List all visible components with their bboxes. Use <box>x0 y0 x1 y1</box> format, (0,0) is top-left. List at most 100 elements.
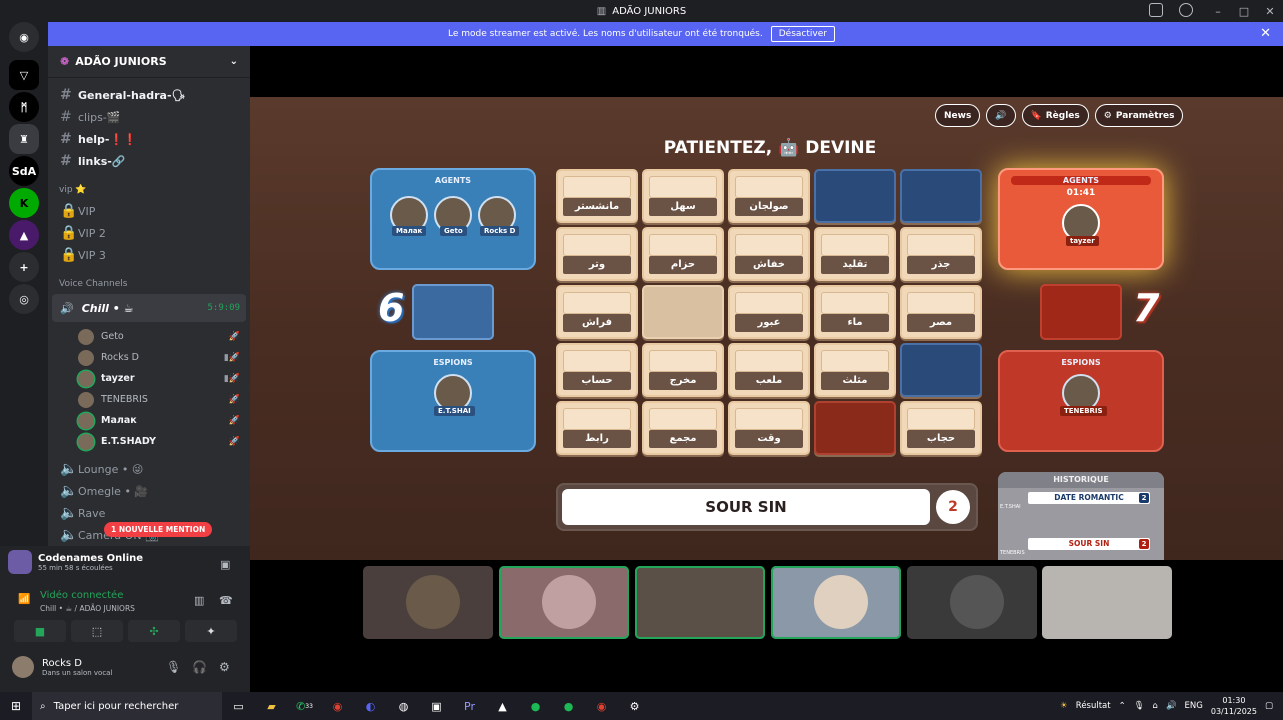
word-card[interactable]: حساب <box>556 343 638 397</box>
minimize-button[interactable]: – <box>1205 5 1231 18</box>
spotify-icon[interactable]: ● <box>519 692 552 720</box>
word-card[interactable]: مانشستر <box>556 169 638 223</box>
word-card[interactable]: سهل <box>642 169 724 223</box>
participant-video[interactable] <box>1042 566 1172 639</box>
premiere-icon[interactable]: Pr <box>453 692 486 720</box>
obs-icon[interactable]: ◍ <box>387 692 420 720</box>
windows-start-icon[interactable]: ⊞ <box>0 699 32 713</box>
channel-vip-2[interactable]: 🔒 VIP 2 <box>48 222 250 244</box>
word-card[interactable]: مثلث <box>814 343 896 397</box>
activity-button[interactable]: ✣ <box>128 620 180 642</box>
volume-icon[interactable]: 🔊 <box>1166 701 1177 711</box>
close-icon[interactable]: ✕ <box>1260 26 1271 41</box>
noise-icon[interactable]: ▥ <box>194 594 204 607</box>
voice-channel-chill[interactable]: 🔊 Chill • ☕ 5:9:09 <box>52 294 246 322</box>
chrome-icon[interactable]: ◉ <box>321 692 354 720</box>
voice-member[interactable]: tayzer ▮🚀 <box>48 368 250 389</box>
voice-member[interactable]: E.T.SHADY 🚀 <box>48 431 250 452</box>
sound-button[interactable]: 🔊 <box>986 104 1016 127</box>
word-card[interactable]: تقليد <box>814 227 896 281</box>
word-card[interactable]: رابط <box>556 401 638 455</box>
channel-vip[interactable]: 🔒 VIP <box>48 200 250 222</box>
weather-label[interactable]: Résultat <box>1076 701 1111 711</box>
channel-vip-3[interactable]: 🔒 VIP 3 <box>48 244 250 266</box>
voice-status[interactable]: Vidéo connectée <box>40 590 123 601</box>
participant-tile[interactable] <box>907 566 1037 639</box>
discord-icon[interactable]: ◐ <box>354 692 387 720</box>
word-card[interactable]: صولجان <box>728 169 810 223</box>
word-card[interactable]: عبور <box>728 285 810 339</box>
chrome-icon[interactable]: ◉ <box>585 692 618 720</box>
voice-member[interactable]: Малак 🚀 <box>48 410 250 431</box>
voice-member[interactable]: Rocks D ▮🚀 <box>48 347 250 368</box>
maximize-button[interactable]: □ <box>1231 5 1257 18</box>
help-icon[interactable] <box>1179 3 1193 17</box>
add-server-icon[interactable]: + <box>9 252 39 282</box>
word-card[interactable]: ماء <box>814 285 896 339</box>
participant-tile[interactable] <box>499 566 629 639</box>
word-card[interactable]: ملعب <box>728 343 810 397</box>
file-explorer-icon[interactable]: ▰ <box>255 692 288 720</box>
notifications-icon[interactable]: ▢ <box>1265 701 1273 711</box>
participant-video[interactable] <box>635 566 765 639</box>
language-indicator[interactable]: ENG <box>1185 701 1203 711</box>
new-mention-badge[interactable]: 1 NOUVELLE MENTION <box>104 522 213 537</box>
word-card[interactable]: مخرج <box>642 343 724 397</box>
camera-button[interactable]: ■ <box>14 620 66 642</box>
word-card[interactable]: مجمع <box>642 401 724 455</box>
chevron-up-icon[interactable]: ⌃ <box>1119 701 1126 711</box>
screenshare-button[interactable]: ⬚ <box>71 620 123 642</box>
disconnect-icon[interactable]: ☎ <box>219 594 233 607</box>
category-voice[interactable]: Voice Channels <box>48 274 250 294</box>
server-icon[interactable]: SdA <box>9 156 39 186</box>
server-icon[interactable]: ᛗ <box>9 92 39 122</box>
settings-button[interactable]: ⚙ Paramètres <box>1094 104 1184 127</box>
network-icon[interactable]: ⌂ <box>1153 701 1158 711</box>
discord-home-icon[interactable]: ◉ <box>9 22 39 52</box>
voice-member[interactable]: TENEBRIS 🚀 <box>48 389 250 410</box>
activity-status[interactable]: Codenames Online 55 min 58 s écoulées <box>8 550 143 574</box>
voice-channel-lounge[interactable]: 🔈 Lounge • 😜 <box>48 458 250 480</box>
voice-channel-rave[interactable]: 🔈 Rave <box>48 502 250 524</box>
server-icon[interactable]: ▽ <box>9 60 39 90</box>
disable-streamer-button[interactable]: Désactiver <box>770 26 835 42</box>
app-icon[interactable]: ▲ <box>486 692 519 720</box>
word-card[interactable]: وتر <box>556 227 638 281</box>
voice-channel-omegle[interactable]: 🔈 Omegle • 🎥 <box>48 480 250 502</box>
voice-member[interactable]: Geto 🚀 <box>48 326 250 347</box>
word-card[interactable]: حجاب <box>900 401 982 455</box>
word-card[interactable]: حزام <box>642 227 724 281</box>
clock[interactable]: 01:30 03/11/2025 <box>1211 695 1257 717</box>
channel-links[interactable]: # links-🔗 <box>48 150 250 172</box>
server-icon-active[interactable]: ♜ <box>9 124 39 154</box>
channel-help[interactable]: # help-❗❗ <box>48 128 250 150</box>
spotify-icon[interactable]: ● <box>552 692 585 720</box>
whatsapp-icon[interactable]: ✆ 33 <box>288 692 321 720</box>
settings-icon[interactable]: ⚙ <box>618 692 651 720</box>
inbox-icon[interactable] <box>1149 3 1163 17</box>
capcut-icon[interactable]: ▣ <box>420 692 453 720</box>
participant-tile[interactable] <box>771 566 901 639</box>
channel-general[interactable]: # General-hadra-🗣 <box>48 84 250 106</box>
word-card[interactable]: وقت <box>728 401 810 455</box>
channel-clips[interactable]: # clips-🎬 <box>48 106 250 128</box>
news-button[interactable]: News <box>935 104 981 127</box>
close-window-button[interactable]: ✕ <box>1257 5 1283 18</box>
soundboard-button[interactable]: ✦ <box>185 620 237 642</box>
word-card[interactable]: جذر <box>900 227 982 281</box>
discover-icon[interactable]: ◎ <box>9 284 39 314</box>
task-view-icon[interactable]: ▭ <box>222 692 255 720</box>
participant-tile[interactable] <box>363 566 493 639</box>
server-header[interactable]: ❁ ADÃO JUNIORS ⌄ <box>48 46 250 78</box>
word-card[interactable]: مصر <box>900 285 982 339</box>
rules-button[interactable]: 🔖 Règles <box>1021 104 1089 127</box>
word-card[interactable]: خفاش <box>728 227 810 281</box>
settings-gear-icon[interactable]: ⚙ <box>219 660 230 674</box>
headphones-icon[interactable]: 🎧 <box>192 660 207 674</box>
taskbar-search[interactable]: ⌕ Taper ici pour rechercher <box>32 692 222 720</box>
current-user[interactable]: Rocks D Dans un salon vocal <box>12 656 112 678</box>
word-card[interactable]: فراش <box>556 285 638 339</box>
category-vip[interactable]: vip ⭐ <box>48 180 250 200</box>
server-icon[interactable]: ▲ <box>9 220 39 250</box>
microphone-icon[interactable]: 🎙 <box>166 660 181 674</box>
